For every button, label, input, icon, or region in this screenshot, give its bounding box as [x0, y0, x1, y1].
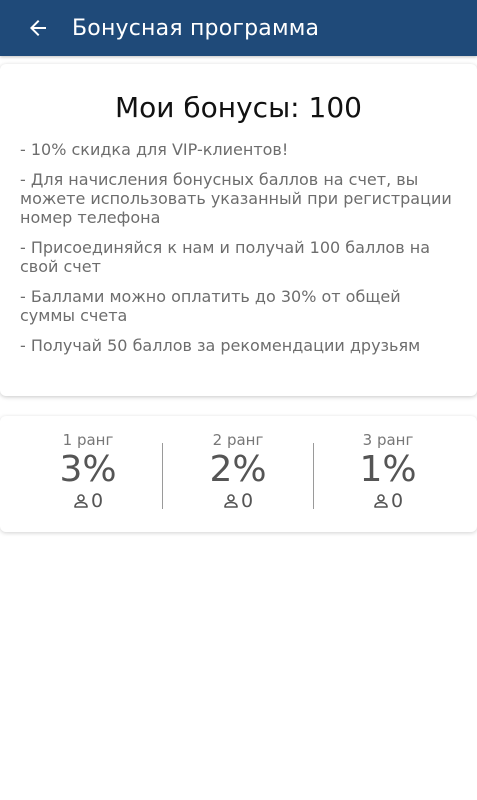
- rank-label: 1 ранг: [62, 431, 114, 449]
- rank-item-1: 1 ранг 3% 0: [13, 430, 163, 512]
- bonus-card: Мои бонусы: 100 - 10% скидка для VIP-кли…: [0, 64, 477, 396]
- rank-label: 3 ранг: [362, 431, 414, 449]
- back-button[interactable]: [0, 0, 72, 56]
- rank-count-value: 0: [90, 490, 104, 512]
- rank-count-value: 0: [240, 490, 254, 512]
- bonus-rule: - Для начисления бонусных баллов на счет…: [20, 170, 452, 227]
- bonus-rule: - Получай 50 баллов за рекомендации друз…: [20, 336, 421, 355]
- rank-percent: 1%: [359, 449, 417, 490]
- person-icon: [374, 494, 388, 508]
- bonus-rule: - Присоединяйся к нам и получай 100 балл…: [20, 238, 430, 276]
- rank-referral-count: 0: [313, 490, 463, 512]
- rank-percent: 3%: [59, 449, 117, 490]
- rank-item-3: 3 ранг 1% 0: [313, 430, 463, 512]
- page-title: Бонусная программа: [72, 15, 320, 41]
- app-bar: Бонусная программа: [0, 0, 477, 56]
- bonus-rule: - Баллами можно оплатить до 30% от общей…: [20, 287, 401, 325]
- rank-referral-count: 0: [13, 490, 163, 512]
- bonus-balance: Мои бонусы: 100: [115, 91, 362, 124]
- person-icon: [224, 494, 238, 508]
- arrow-left-icon: [30, 20, 46, 36]
- rank-referral-count: 0: [163, 490, 313, 512]
- bonus-rules-list: - 10% скидка для VIP-клиентов! - Для нач…: [0, 140, 477, 355]
- bonus-rule: - 10% скидка для VIP-клиентов!: [20, 140, 289, 159]
- rank-label: 2 ранг: [212, 431, 264, 449]
- rank-item-2: 2 ранг 2% 0: [163, 430, 313, 512]
- rank-card: 1 ранг 3% 0 2 ранг 2% 0 3 ранг 1% 0: [0, 416, 477, 532]
- rank-count-value: 0: [390, 490, 404, 512]
- rank-percent: 2%: [209, 449, 267, 490]
- person-icon: [74, 494, 88, 508]
